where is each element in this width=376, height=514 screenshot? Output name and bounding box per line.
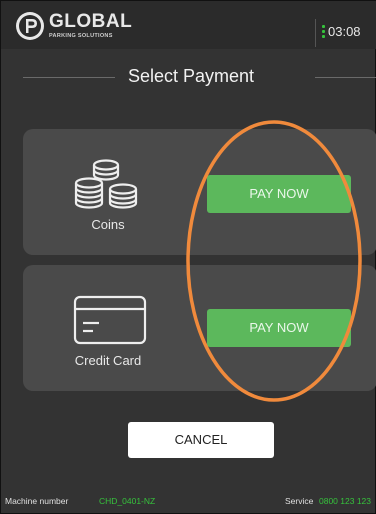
header-bar: GLOBAL PARKING SOLUTIONS 03:08: [1, 1, 376, 49]
parking-logo-icon: [16, 12, 44, 40]
page-title: Select Payment: [127, 66, 255, 86]
highlight-annotation-ellipse: [186, 120, 362, 402]
coins-icon: [74, 159, 138, 209]
credit-card-label: Credit Card: [74, 353, 142, 368]
clock: 03:08: [328, 24, 361, 39]
logo-tagline: PARKING SOLUTIONS: [49, 33, 113, 39]
title-divider-right: [315, 77, 376, 78]
status-signal-icon: [322, 25, 325, 39]
logo-name: GLOBAL: [49, 11, 133, 32]
credit-card-icon: [73, 295, 147, 345]
header-divider: [315, 19, 316, 47]
logo: GLOBAL PARKING SOLUTIONS: [15, 11, 165, 43]
service-phone-value: 0800 123 123: [319, 496, 371, 506]
payment-screen: GLOBAL PARKING SOLUTIONS 03:08 Select Pa…: [0, 0, 376, 514]
service-label: Service: [285, 496, 314, 506]
cancel-button[interactable]: CANCEL: [128, 422, 274, 458]
footer: Machine number CHD_0401-NZ Service 0800 …: [1, 489, 376, 513]
machine-number-label: Machine number: [5, 496, 69, 506]
coins-label: Coins: [91, 217, 125, 232]
machine-number-value: CHD_0401-NZ: [99, 496, 156, 506]
